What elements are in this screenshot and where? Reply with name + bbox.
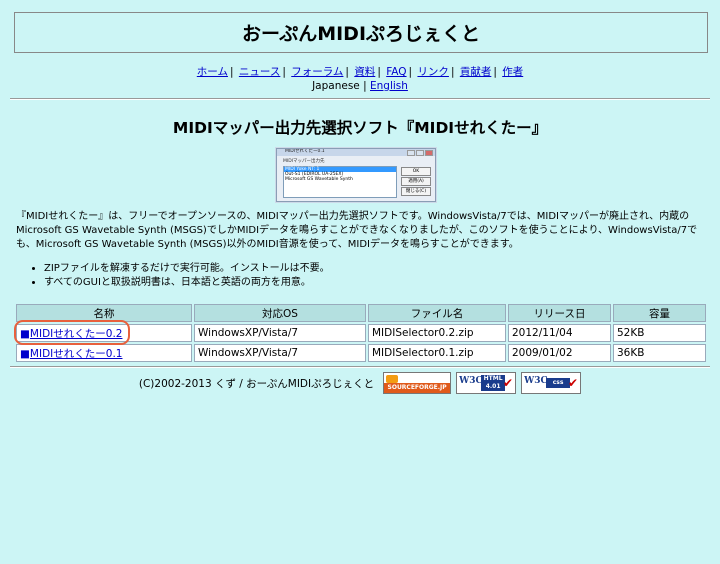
- size-cell: 36KB: [613, 344, 706, 362]
- download-link-0-2[interactable]: MIDIせれくたー0.2: [30, 328, 123, 340]
- nav-separator: |: [345, 66, 349, 78]
- nav-forum[interactable]: フォーラム: [291, 66, 343, 78]
- download-link-0-1[interactable]: MIDIせれくたー0.1: [30, 348, 123, 360]
- nav-separator: |: [282, 66, 286, 78]
- maximize-icon: [416, 150, 424, 156]
- filename-cell: MIDISelector0.2.zip: [368, 324, 506, 342]
- feature-list: ZIPファイルを解凍するだけで実行可能。インストールは不要。 すべてのGUIと取…: [30, 262, 330, 290]
- list-item: ZIPファイルを解凍するだけで実行可能。インストールは不要。: [44, 262, 330, 276]
- download-table: 名称 対応OS ファイル名 リリース日 容量 ■MIDIせれくたー0.2 Win…: [14, 302, 708, 364]
- list-item: すべてのGUIと取扱説明書は、日本語と英語の両方を用意。: [44, 276, 330, 290]
- html-version-label: HTML 4.01: [481, 375, 506, 391]
- download-link-cell: ■MIDIせれくたー0.2: [16, 324, 192, 342]
- footer: (C)2002-2013 くず / おーぷんMIDIぷろじぇくと SOURCEF…: [0, 372, 720, 394]
- sourceforge-badge[interactable]: SOURCEFORGE.JP: [383, 372, 452, 394]
- nav-news[interactable]: ニュース: [239, 66, 280, 78]
- table-row: ■MIDIせれくたー0.1 WindowsXP/Vista/7 MIDISele…: [16, 344, 706, 362]
- nav-separator: |: [377, 66, 381, 78]
- nav-separator: |: [229, 66, 234, 78]
- filename-cell: MIDISelector0.1.zip: [368, 344, 506, 362]
- download-link-cell: ■MIDIせれくたー0.1: [16, 344, 192, 362]
- os-cell: WindowsXP/Vista/7: [194, 324, 366, 342]
- list-item: Microsoft GS Wavetable Synth: [285, 177, 353, 182]
- app-screenshot: MIDIせれくたー0.1 MIDIマッパー出力先 MIDI Yoke NT: 1…: [276, 148, 436, 202]
- window-controls: [406, 150, 433, 158]
- w3c-css-badge[interactable]: W3C css ✔: [521, 372, 582, 394]
- date-cell: 2012/11/04: [508, 324, 611, 342]
- screenshot-apply-button: 適用(A): [401, 177, 431, 186]
- description-text: 『MIDIせれくたー』は、フリーでオープンソースの、MIDIマッパー出力先選択ソ…: [16, 211, 698, 250]
- screenshot-titlebar: MIDIせれくたー0.1: [277, 149, 435, 156]
- sourceforge-badge-label: SOURCEFORGE.JP: [384, 383, 451, 393]
- lang-separator: |: [363, 80, 367, 92]
- screenshot-close-button: 閉じる(C): [401, 187, 431, 196]
- main-nav: ホーム | ニュース | フォーラム | 資料 | FAQ | リンク | 貢献者 | 作者: [0, 65, 720, 79]
- page-title: MIDIマッパー出力先選択ソフト『MIDIせれくたー』: [172, 119, 548, 137]
- w3c-logo-icon: W3C: [524, 376, 548, 386]
- nav-contributors[interactable]: 貢献者: [460, 66, 492, 78]
- nav-author[interactable]: 作者: [502, 66, 523, 78]
- nav-docs[interactable]: 資料: [354, 66, 375, 78]
- nav-links[interactable]: リンク: [417, 66, 449, 78]
- w3c-html-badge[interactable]: W3C HTML 4.01 ✔: [456, 372, 517, 394]
- column-header-os: 対応OS: [194, 304, 366, 322]
- copyright-text: (C)2002-2013 くず / おーぷんMIDIぷろじぇくと: [138, 377, 375, 390]
- screenshot-ok-button: OK: [401, 167, 431, 176]
- column-header-name: 名称: [16, 304, 192, 322]
- os-cell: WindowsXP/Vista/7: [194, 344, 366, 362]
- nav-home[interactable]: ホーム: [197, 66, 228, 78]
- screenshot-label: MIDIマッパー出力先: [283, 159, 325, 164]
- size-cell: 52KB: [613, 324, 706, 342]
- checkmark-icon: ✔: [503, 376, 514, 390]
- table-header-row: 名称 対応OS ファイル名 リリース日 容量: [16, 304, 706, 322]
- css-label: css: [546, 378, 571, 388]
- close-icon: [425, 150, 433, 156]
- nav-separator: |: [493, 66, 497, 78]
- bullet-square-icon: ■: [20, 347, 30, 360]
- bullet-square-icon: ■: [20, 327, 30, 340]
- divider: [10, 366, 710, 368]
- column-header-release-date: リリース日: [508, 304, 611, 322]
- nav-separator: |: [450, 66, 455, 78]
- date-cell: 2009/01/02: [508, 344, 611, 362]
- screenshot-device-list: MIDI Yoke NT: 1 Out-S1 (EDIROL UA-25EX) …: [283, 166, 397, 198]
- language-switcher: Japanese | English: [0, 80, 720, 92]
- w3c-logo-icon: W3C: [459, 376, 483, 386]
- nav-faq[interactable]: FAQ: [386, 66, 406, 78]
- nav-separator: |: [408, 66, 413, 78]
- divider: [10, 98, 710, 100]
- screenshot-window-title: MIDIせれくたー0.1: [285, 149, 325, 154]
- checkmark-icon: ✔: [568, 376, 579, 390]
- minimize-icon: [407, 150, 415, 156]
- column-header-size: 容量: [613, 304, 706, 322]
- sourceforge-logo-icon: [386, 375, 399, 383]
- lang-japanese: Japanese: [312, 80, 360, 92]
- column-header-filename: ファイル名: [368, 304, 506, 322]
- lang-english[interactable]: English: [370, 80, 408, 92]
- site-title: おーぷんMIDIぷろじぇくと: [14, 12, 708, 53]
- table-row: ■MIDIせれくたー0.2 WindowsXP/Vista/7 MIDISele…: [16, 324, 706, 342]
